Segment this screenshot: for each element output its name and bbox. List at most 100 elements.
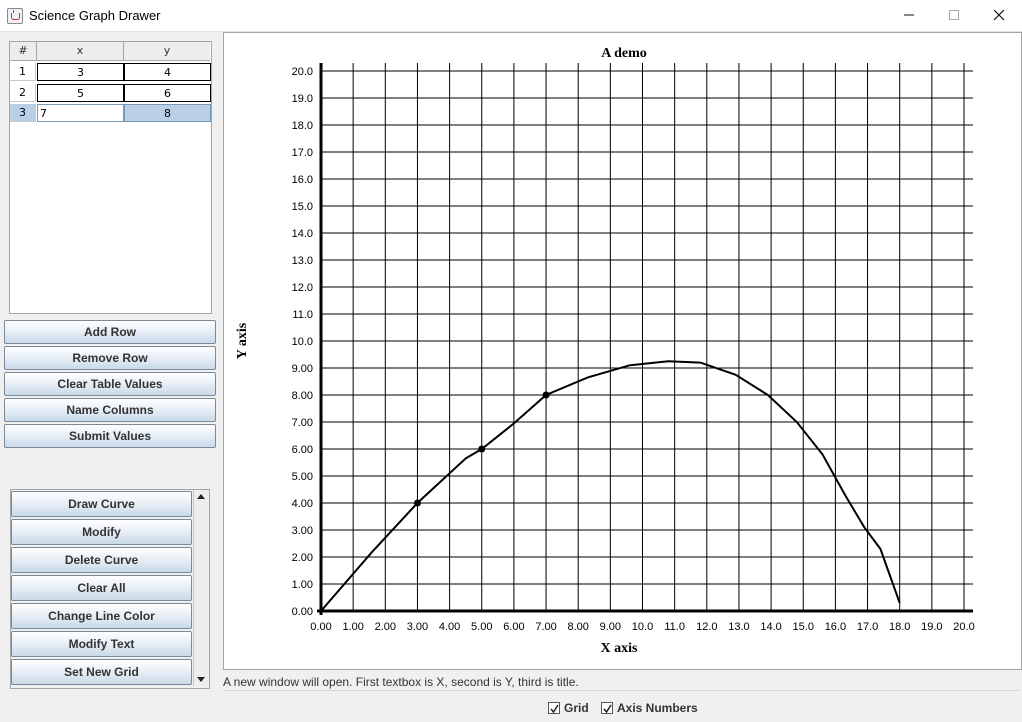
clear-all-button[interactable]: Clear All <box>11 575 192 601</box>
x-axis-label: X axis <box>601 641 639 656</box>
status-message: A new window will open. First textbox is… <box>223 675 579 689</box>
table-cell-x[interactable]: 5 <box>37 84 124 102</box>
x-tick-label: 6.00 <box>503 621 524 633</box>
minimize-button[interactable] <box>886 0 932 31</box>
axis-numbers-checkbox[interactable] <box>601 702 613 714</box>
x-tick-label: 11.0 <box>664 621 685 633</box>
scroll-down-arrow[interactable] <box>194 672 208 686</box>
submit-values-button[interactable]: Submit Values <box>4 424 216 448</box>
maximize-icon <box>949 10 959 20</box>
graph-panel[interactable]: A demo 0.00 1.00 2.00 3.00 4.00 5.00 6.00 7.00 8… <box>223 32 1022 670</box>
column-header-x[interactable]: x <box>37 42 124 61</box>
y-axis-label: Y axis <box>235 322 250 359</box>
x-tick-label: 2.00 <box>375 621 396 633</box>
x-tick-label: 20.0 <box>953 621 974 633</box>
table-cell-y[interactable]: 4 <box>124 63 211 81</box>
y-tick-label: 19.0 <box>292 93 313 105</box>
name-columns-button[interactable]: Name Columns <box>4 398 216 422</box>
x-tick-label: 3.00 <box>407 621 428 633</box>
row-number[interactable]: 3 <box>10 104 36 122</box>
minimize-icon <box>904 14 914 16</box>
y-tick-label: 14.0 <box>292 228 313 240</box>
clear-table-values-button[interactable]: Clear Table Values <box>4 372 216 396</box>
window-title: Science Graph Drawer <box>29 8 161 23</box>
set-new-grid-button[interactable]: Set New Grid <box>11 659 192 685</box>
java-app-icon <box>7 8 23 24</box>
close-button[interactable] <box>976 0 1022 31</box>
axis-numbers-checkbox-label[interactable]: Axis Numbers <box>617 701 698 715</box>
data-point <box>413 499 421 507</box>
close-icon <box>993 9 1005 21</box>
triangle-down-icon <box>197 677 205 682</box>
chart-title: A demo <box>601 46 647 61</box>
y-tick-label: 4.00 <box>292 498 313 510</box>
draw-curve-button[interactable]: Draw Curve <box>11 491 192 517</box>
triangle-up-icon <box>197 494 205 499</box>
table-cell-x-editor[interactable]: 7 <box>37 104 124 122</box>
y-tick-labels: 0.00 1.00 2.00 3.00 4.00 5.00 6.00 7.00 8.00 9.00… <box>292 66 313 618</box>
x-tick-label: 12.0 <box>696 621 717 633</box>
data-point <box>542 391 550 399</box>
y-tick-label: 16.0 <box>292 174 313 186</box>
x-tick-label: 1.00 <box>342 621 363 633</box>
graph-canvas[interactable]: A demo 0.00 1.00 2.00 3.00 4.00 5.00 6.00 7.00 8… <box>224 33 1021 669</box>
x-tick-label: 9.00 <box>600 621 621 633</box>
x-tick-label: 5.00 <box>471 621 492 633</box>
y-tick-label: 7.00 <box>292 417 313 429</box>
table-cell-y[interactable]: 6 <box>124 84 211 102</box>
maximize-button[interactable] <box>931 0 977 31</box>
grid-checkbox[interactable] <box>548 702 560 714</box>
change-line-color-button[interactable]: Change Line Color <box>11 603 192 629</box>
x-tick-labels: 0.00 1.00 2.00 3.00 4.00 5.00 6.00 7.00 8.00 9.00… <box>310 621 974 633</box>
y-tick-label: 18.0 <box>292 120 313 132</box>
x-tick-label: 15.0 <box>793 621 814 633</box>
axes <box>317 63 973 615</box>
table-cell-x[interactable]: 3 <box>37 63 124 81</box>
checkmark-icon <box>603 704 612 713</box>
x-tick-label: 8.00 <box>567 621 588 633</box>
x-tick-label: 17.0 <box>857 621 878 633</box>
y-tick-label: 6.00 <box>292 444 313 456</box>
x-tick-label: 19.0 <box>921 621 942 633</box>
row-number[interactable]: 2 <box>10 84 36 102</box>
y-tick-label: 10.0 <box>292 336 313 348</box>
grid-checkbox-label[interactable]: Grid <box>564 701 589 715</box>
data-table[interactable]: # x y 1 3 4 2 5 6 3 7 8 <box>9 41 212 314</box>
column-header-index[interactable]: # <box>10 42 37 61</box>
x-tick-label: 16.0 <box>825 621 846 633</box>
checkmark-icon <box>550 704 559 713</box>
y-tick-label: 2.00 <box>292 552 313 564</box>
table-cell-y[interactable]: 8 <box>124 104 211 122</box>
scroll-up-arrow[interactable] <box>194 490 208 504</box>
y-tick-label: 17.0 <box>292 147 313 159</box>
data-point <box>478 445 486 453</box>
x-tick-label: 10.0 <box>632 621 653 633</box>
y-tick-label: 0.00 <box>292 606 313 618</box>
y-tick-label: 5.00 <box>292 471 313 483</box>
table-header: # x y <box>10 42 211 61</box>
x-tick-label: 13.0 <box>728 621 749 633</box>
vertical-scrollbar[interactable] <box>193 490 208 686</box>
modify-button[interactable]: Modify <box>11 519 192 545</box>
y-tick-label: 1.00 <box>292 579 313 591</box>
column-header-y[interactable]: y <box>124 42 210 61</box>
y-tick-label: 20.0 <box>292 66 313 78</box>
divider <box>223 690 1020 691</box>
y-tick-label: 13.0 <box>292 255 313 267</box>
title-bar: Science Graph Drawer <box>0 0 1022 32</box>
x-tick-label: 14.0 <box>760 621 781 633</box>
grid-lines <box>321 63 973 611</box>
x-tick-label: 0.00 <box>310 621 331 633</box>
y-tick-label: 9.00 <box>292 363 313 375</box>
y-tick-label: 8.00 <box>292 390 313 402</box>
x-tick-label: 7.00 <box>535 621 556 633</box>
remove-row-button[interactable]: Remove Row <box>4 346 216 370</box>
y-tick-label: 11.0 <box>292 309 313 321</box>
y-tick-label: 15.0 <box>292 201 313 213</box>
modify-text-button[interactable]: Modify Text <box>11 631 192 657</box>
delete-curve-button[interactable]: Delete Curve <box>11 547 192 573</box>
add-row-button[interactable]: Add Row <box>4 320 216 344</box>
y-tick-label: 3.00 <box>292 525 313 537</box>
x-tick-label: 18.0 <box>889 621 910 633</box>
row-number[interactable]: 1 <box>10 63 36 81</box>
